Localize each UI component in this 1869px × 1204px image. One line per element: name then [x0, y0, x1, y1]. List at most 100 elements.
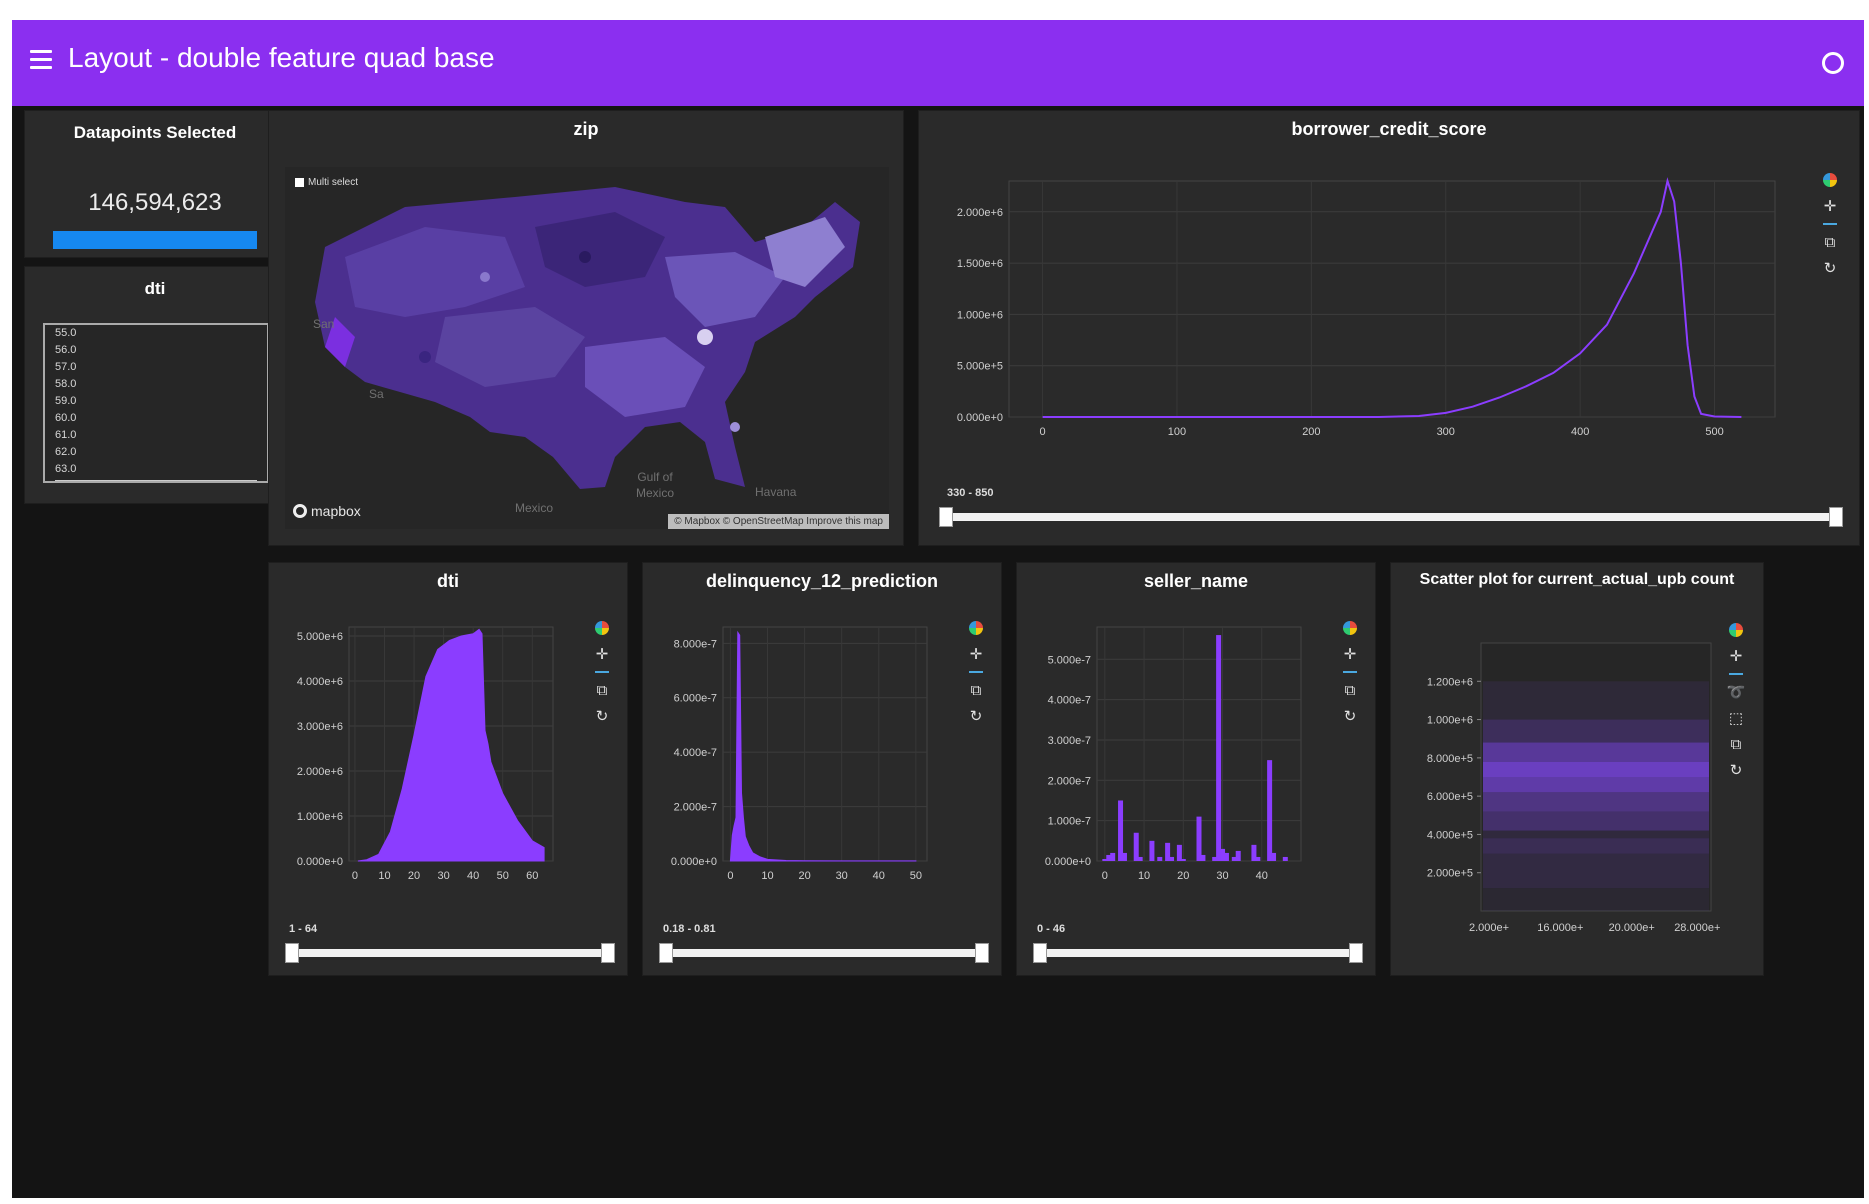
- delinq-toolbar: ✛ ⧉ ↻: [965, 619, 987, 725]
- datapoints-title: Datapoints Selected: [73, 123, 237, 142]
- dti-slider-high-handle[interactable]: [601, 943, 615, 963]
- multi-select-checkbox[interactable]: [295, 178, 304, 187]
- bokeh-logo-icon[interactable]: [1341, 619, 1359, 637]
- credit-slider-low-handle[interactable]: [939, 507, 953, 527]
- box-select-icon[interactable]: ⧉: [1727, 735, 1745, 753]
- credit-range-label: 330 - 850: [947, 487, 994, 499]
- y-tick-label: 2.000e-7: [674, 802, 717, 814]
- lasso-icon[interactable]: ➰: [1727, 683, 1746, 701]
- map-label-mexico: Mexico: [515, 501, 554, 515]
- delinq-slider-low-handle[interactable]: [659, 943, 673, 963]
- x-tick-label: 10: [1138, 870, 1150, 882]
- box-select-icon[interactable]: ⧉: [967, 681, 985, 699]
- map-title: zip: [573, 119, 599, 139]
- datapoints-progress-fill: [53, 231, 257, 249]
- dti-list-item[interactable]: 61.0: [45, 427, 267, 444]
- map-label-san: San: [313, 317, 335, 331]
- box-select-icon[interactable]: ⧉: [1821, 233, 1839, 251]
- bar: [1180, 858, 1186, 861]
- y-tick-label: 2.000e+6: [297, 766, 343, 778]
- delinq-range-slider[interactable]: [659, 943, 989, 963]
- bokeh-logo-icon[interactable]: [967, 619, 985, 637]
- seller-name-bar-chart[interactable]: 0.000e+0 1.000e-7 2.000e-7 3.000e-7 4.000e-7…: [1017, 611, 1327, 911]
- x-tick-label: 10: [761, 870, 773, 882]
- pan-icon[interactable]: ✛: [1821, 197, 1839, 215]
- x-tick-label: 10: [378, 870, 390, 882]
- credit-score-chart[interactable]: 0.000e+0 5.000e+5 1.000e+6 1.500e+6 2.000e+6…: [929, 163, 1809, 473]
- y-tick-label: 8.000e+5: [1427, 753, 1473, 765]
- pan-icon[interactable]: ✛: [593, 645, 611, 663]
- y-tick-label: 3.000e+6: [297, 721, 343, 733]
- mapbox-logo-icon: [293, 504, 307, 518]
- bar: [1267, 760, 1273, 861]
- pan-icon[interactable]: ✛: [967, 645, 985, 663]
- y-tick-label: 1.200e+6: [1427, 676, 1473, 688]
- density-band: [1483, 888, 1709, 911]
- dti-list-item[interactable]: [55, 480, 257, 481]
- credit-range-slider[interactable]: [939, 507, 1843, 527]
- bar: [1223, 852, 1229, 861]
- dti-histogram-panel: dti 0.000e+0 1.000e+6 2.000e+6 3.000e+6 4.00…: [268, 562, 628, 976]
- app-title: Layout - double feature quad base: [68, 42, 495, 73]
- x-tick-label: 20: [408, 870, 420, 882]
- pan-icon[interactable]: ✛: [1341, 645, 1359, 663]
- seller-toolbar: ✛ ⧉ ↻: [1339, 619, 1361, 725]
- upb-scatter-plot[interactable]: 2.000e+5 4.000e+5 6.000e+5 8.000e+5 1.000e+6…: [1391, 611, 1721, 971]
- area-series: [729, 630, 917, 862]
- bar: [1149, 840, 1155, 861]
- dti-list-item[interactable]: 55.0: [45, 325, 267, 342]
- reset-icon[interactable]: ↻: [1821, 259, 1839, 277]
- reset-icon[interactable]: ↻: [593, 707, 611, 725]
- multi-select-label: Multi select: [308, 177, 359, 188]
- credit-slider-high-handle[interactable]: [1829, 507, 1843, 527]
- dti-listbox[interactable]: 55.0 56.0 57.0 58.0 59.0 60.0 61.0 62.0 63.0: [43, 323, 269, 483]
- x-tick-label: 28.000e+11: [1674, 922, 1721, 934]
- dti-slider-low-handle[interactable]: [285, 943, 299, 963]
- map-attribution[interactable]: © Mapbox © OpenStreetMap Improve this ma…: [668, 514, 889, 529]
- datapoints-panel: Datapoints Selected 146,594,623: [24, 110, 286, 258]
- credit-chart-title: borrower_credit_score: [1291, 119, 1487, 139]
- density-band: [1483, 830, 1709, 839]
- box-select-icon[interactable]: ⧉: [593, 681, 611, 699]
- pan-icon[interactable]: ✛: [1727, 647, 1745, 665]
- dti-list-item[interactable]: 57.0: [45, 359, 267, 376]
- dti-list-item[interactable]: 62.0: [45, 444, 267, 461]
- reset-all-icon[interactable]: [1822, 52, 1844, 74]
- dti-list-item[interactable]: 60.0: [45, 410, 267, 427]
- bar: [1169, 856, 1175, 861]
- bokeh-logo-icon[interactable]: [593, 619, 611, 637]
- box-select-icon[interactable]: ⧉: [1341, 681, 1359, 699]
- map-svg[interactable]: [285, 167, 889, 529]
- multi-select-toggle[interactable]: Multi select: [295, 177, 358, 188]
- dti-list-item[interactable]: 63.0: [45, 461, 267, 478]
- reset-icon[interactable]: ↻: [1727, 761, 1745, 779]
- bar: [1255, 856, 1261, 861]
- bar: [1216, 635, 1222, 861]
- dti-histogram[interactable]: 0.000e+0 1.000e+6 2.000e+6 3.000e+6 4.000e+6…: [269, 611, 579, 911]
- dti-list-item[interactable]: 58.0: [45, 376, 267, 393]
- y-tick-label: 1.000e+6: [297, 811, 343, 823]
- x-tick-label: 200: [1302, 426, 1320, 438]
- seller-slider-high-handle[interactable]: [1349, 943, 1363, 963]
- delinquency-histogram[interactable]: 0.000e+0 2.000e-7 4.000e-7 6.000e-7 8.000e-7…: [643, 611, 953, 911]
- bokeh-logo-icon[interactable]: [1727, 621, 1745, 639]
- delinq-slider-high-handle[interactable]: [975, 943, 989, 963]
- bar: [1133, 832, 1139, 861]
- dti-range-slider[interactable]: [285, 943, 615, 963]
- y-tick-label: 4.000e-7: [1048, 695, 1091, 707]
- hamburger-menu-icon[interactable]: [30, 50, 52, 70]
- choropleth-map[interactable]: Multi select Gulf of Mexico Mexico Havan…: [285, 167, 889, 529]
- datapoints-progress-bar: [53, 231, 257, 249]
- bokeh-logo-icon[interactable]: [1821, 171, 1839, 189]
- box-zoom-icon[interactable]: ⬚: [1727, 709, 1745, 727]
- dti-list-item[interactable]: 56.0: [45, 342, 267, 359]
- reset-icon[interactable]: ↻: [1341, 707, 1359, 725]
- seller-slider-low-handle[interactable]: [1033, 943, 1047, 963]
- reset-icon[interactable]: ↻: [967, 707, 985, 725]
- bar: [1196, 816, 1202, 861]
- dti-list-item[interactable]: 59.0: [45, 393, 267, 410]
- x-tick-label: 0: [1102, 870, 1108, 882]
- x-tick-label: 40: [467, 870, 479, 882]
- seller-range-slider[interactable]: [1033, 943, 1363, 963]
- mapbox-logo: mapbox: [293, 503, 361, 519]
